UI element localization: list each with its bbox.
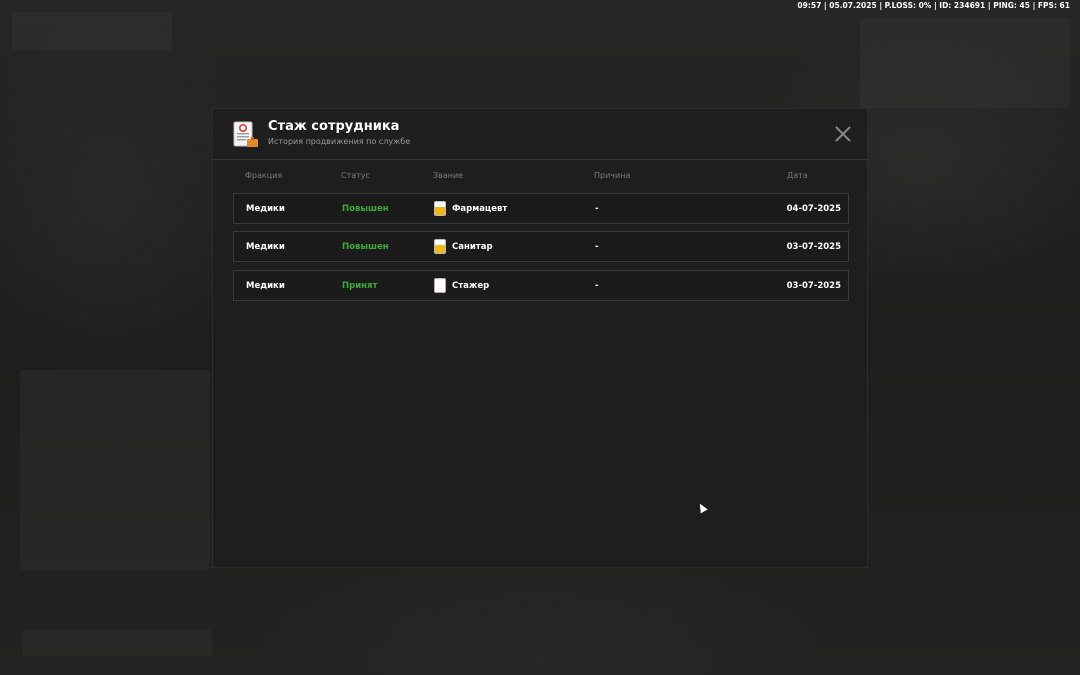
table-row: Медики Повышен Фармацевт - 04-07-2025: [233, 193, 849, 224]
bg-panel-topright: [860, 18, 1070, 108]
rank-badge-icon: [434, 239, 446, 254]
rank-badge-icon: [434, 278, 446, 293]
column-header-status: Статус: [341, 171, 370, 180]
column-header-faction: Фракция: [245, 171, 283, 180]
row-faction: Медики: [246, 281, 285, 291]
table-row: Медики Принят Стажер - 03-07-2025: [233, 270, 849, 301]
table-row: Медики Повышен Санитар - 03-07-2025: [233, 231, 849, 262]
row-faction: Медики: [246, 204, 285, 214]
modal-subtitle: История продвижения по службе: [268, 137, 411, 146]
row-rank-label: Стажер: [452, 280, 490, 291]
bg-panel-topleft: [12, 12, 172, 50]
column-header-reason: Причина: [594, 171, 631, 180]
row-rank: Стажер: [434, 278, 489, 293]
row-reason: -: [595, 204, 599, 214]
close-icon[interactable]: [835, 126, 851, 142]
bg-panel-bottomleft: [22, 630, 212, 656]
status-bar: 09:57 | 05.07.2025 | P.LOSS: 0% | ID: 23…: [797, 1, 1070, 10]
row-status: Повышен: [342, 242, 389, 252]
row-date: 04-07-2025: [786, 204, 841, 214]
row-reason: -: [595, 281, 599, 291]
row-rank-label: Фармацевт: [452, 203, 508, 214]
modal-header: Стаж сотрудника История продвижения по с…: [213, 109, 867, 160]
row-rank: Фармацевт: [434, 201, 507, 216]
row-status: Принят: [342, 281, 378, 291]
row-date: 03-07-2025: [786, 281, 841, 291]
row-rank: Санитар: [434, 239, 493, 254]
staff-experience-modal: Стаж сотрудника История продвижения по с…: [212, 108, 868, 568]
row-faction: Медики: [246, 242, 285, 252]
column-header-rank: Звание: [433, 171, 464, 180]
rank-badge-icon: [434, 201, 446, 216]
row-reason: -: [595, 242, 599, 252]
column-header-date: Дата: [787, 171, 808, 180]
modal-title: Стаж сотрудника: [268, 119, 400, 134]
bg-panel-left: [20, 370, 210, 570]
row-status: Повышен: [342, 204, 389, 214]
document-icon: [233, 121, 258, 147]
row-date: 03-07-2025: [786, 242, 841, 252]
row-rank-label: Санитар: [452, 241, 493, 252]
